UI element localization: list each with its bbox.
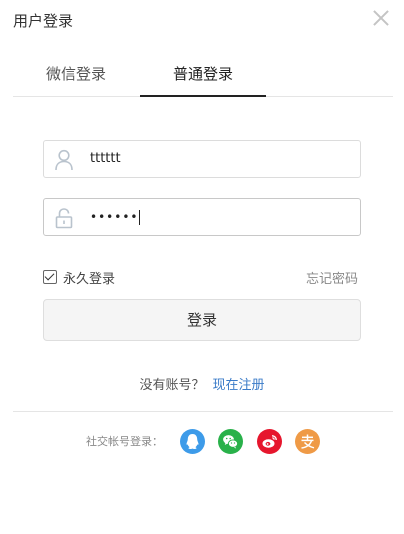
tab-wechat-login[interactable]: 微信登录 [13, 60, 139, 96]
qq-icon[interactable] [180, 429, 205, 454]
remember-label: 永久登录 [63, 272, 116, 287]
register-line: 没有账号？ 现在注册 [0, 374, 404, 393]
register-prompt: 没有账号？ [139, 378, 205, 393]
tab-normal-login[interactable]: 普通登录 [140, 60, 266, 97]
remember-login[interactable]: 永久登录 [43, 268, 115, 287]
password-field[interactable]: •••••• [43, 198, 361, 236]
username-field[interactable]: tttttt [43, 140, 361, 178]
user-icon [54, 149, 74, 171]
forgot-password-link[interactable]: 忘记密码 [306, 268, 358, 287]
remember-checkbox[interactable] [43, 270, 57, 284]
dialog-title: 用户登录 [13, 12, 74, 30]
social-login-label: 社交帐号登录： [86, 435, 163, 448]
text-caret [139, 210, 141, 225]
close-icon[interactable] [371, 8, 391, 28]
login-button[interactable]: 登录 [43, 299, 361, 341]
divider [13, 411, 393, 412]
wechat-icon[interactable] [218, 429, 243, 454]
login-tabs: 微信登录 普通登录 [13, 60, 393, 97]
weibo-icon[interactable] [257, 429, 282, 454]
username-value: tttttt [90, 151, 121, 166]
alipay-icon[interactable] [295, 429, 320, 454]
lock-icon [54, 207, 74, 229]
register-link[interactable]: 现在注册 [213, 378, 265, 393]
password-value: •••••• [90, 210, 139, 224]
